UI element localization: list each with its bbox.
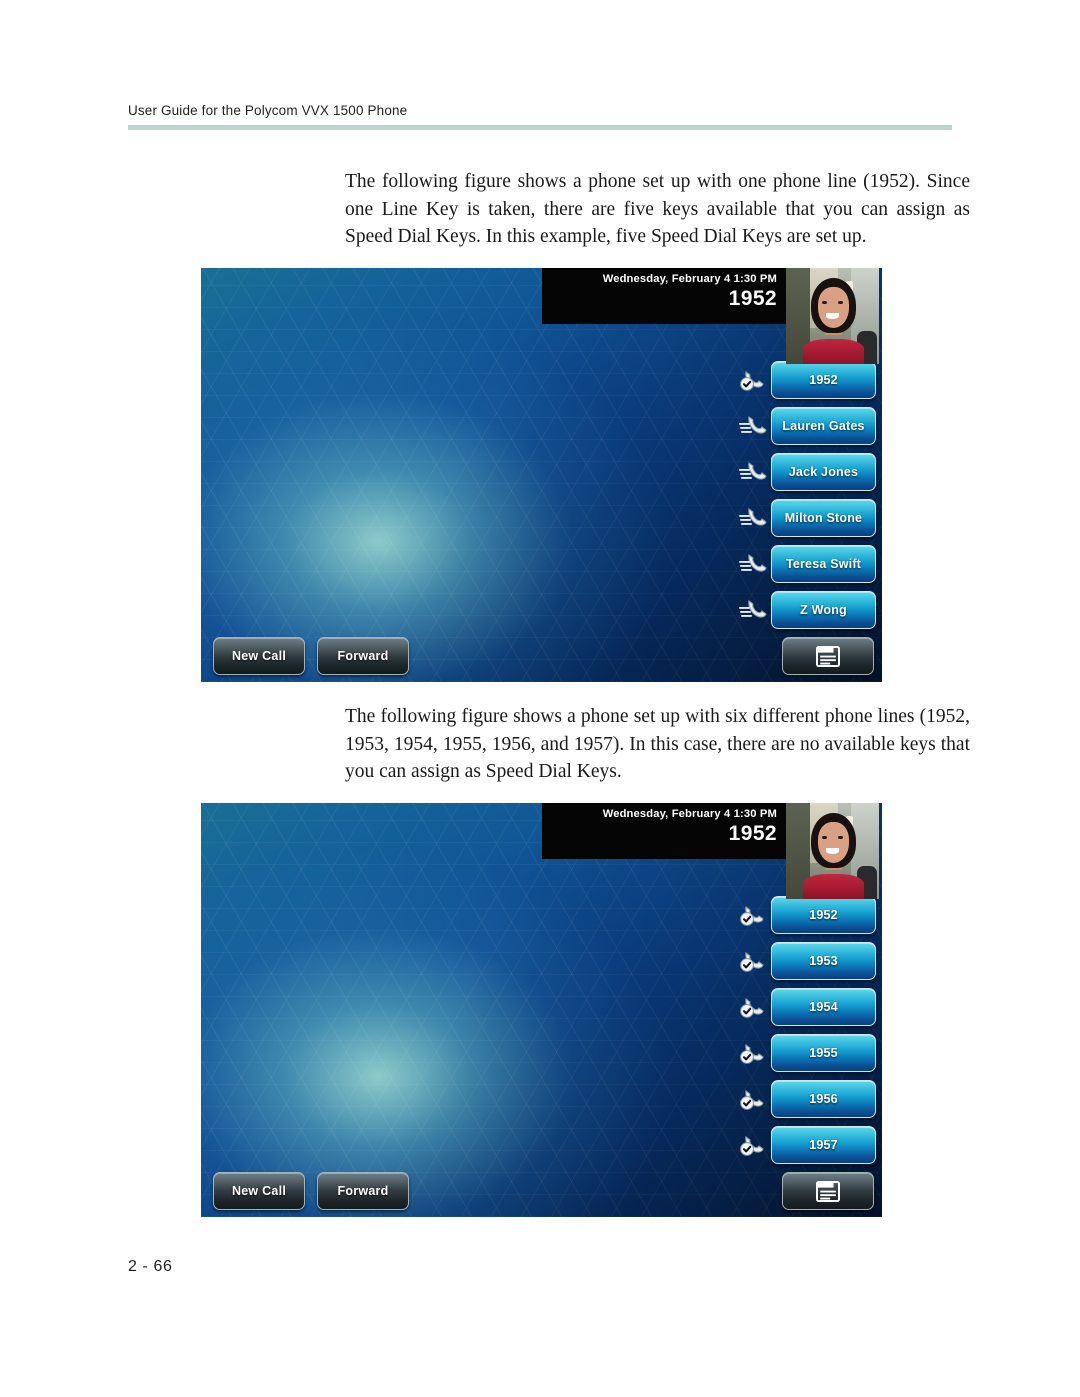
line-key-button[interactable]: 1953 [771, 942, 876, 980]
line-key-button[interactable]: 1957 [771, 1126, 876, 1164]
selfview-smile [825, 848, 839, 854]
selfview-torso [802, 339, 865, 364]
handset-speeddial-icon [737, 455, 771, 489]
soft-key-forward[interactable]: Forward [317, 1172, 409, 1210]
header-rule [128, 125, 952, 130]
video-self-view[interactable] [786, 268, 879, 364]
handset-registered-icon [737, 898, 771, 932]
selfview-face [817, 287, 850, 328]
selfview-eye-left [822, 300, 827, 304]
selfview-smile [825, 313, 839, 319]
line-key-column: 1952 Lauren Gates Jack Jones Milton Ston… [736, 357, 880, 633]
handset-speeddial-icon [737, 409, 771, 443]
soft-key-bar: New Call Forward [213, 1172, 874, 1210]
handset-registered-icon [737, 1082, 771, 1116]
line-key-row[interactable]: 1955 [736, 1030, 880, 1076]
line-key-button[interactable]: Lauren Gates [771, 407, 876, 445]
applications-menu-icon [816, 1180, 840, 1202]
document-header: User Guide for the Polycom VVX 1500 Phon… [128, 103, 952, 130]
line-key-row[interactable]: 1954 [736, 984, 880, 1030]
line-key-row[interactable]: 1957 [736, 1122, 880, 1168]
paragraph-six-lines-description: The following figure shows a phone set u… [345, 706, 970, 782]
line-key-row[interactable]: Z Wong [736, 587, 880, 633]
status-datetime: Wednesday, February 4 1:30 PM [602, 808, 777, 820]
handset-speeddial-icon [737, 593, 771, 627]
applications-menu-icon [816, 645, 840, 667]
line-key-column: 1952 1953 1954 1955 1956 1957 [736, 892, 880, 1168]
line-key-button[interactable]: 1952 [771, 361, 876, 399]
soft-key-new-call[interactable]: New Call [213, 1172, 305, 1210]
soft-key-bar: New Call Forward [213, 637, 874, 675]
header-title: User Guide for the Polycom VVX 1500 Phon… [128, 103, 408, 118]
soft-key-new-call[interactable]: New Call [213, 637, 305, 675]
line-key-row[interactable]: 1956 [736, 1076, 880, 1122]
line-key-row[interactable]: Lauren Gates [736, 403, 880, 449]
status-line-number: 1952 [728, 822, 777, 845]
line-key-button[interactable]: 1956 [771, 1080, 876, 1118]
page-number: 2 - 66 [128, 1258, 173, 1275]
status-datetime: Wednesday, February 4 1:30 PM [602, 273, 777, 285]
line-key-button[interactable]: Teresa Swift [771, 545, 876, 583]
soft-key-forward[interactable]: Forward [317, 637, 409, 675]
handset-speeddial-icon [737, 547, 771, 581]
selfview-torso [802, 874, 865, 899]
paragraph-one-line-description: The following figure shows a phone set u… [345, 171, 970, 247]
document-page: User Guide for the Polycom VVX 1500 Phon… [0, 0, 1080, 1397]
line-key-row[interactable]: Teresa Swift [736, 541, 880, 587]
line-key-button[interactable]: 1955 [771, 1034, 876, 1072]
handset-registered-icon [737, 363, 771, 397]
video-self-view[interactable] [786, 803, 879, 899]
handset-registered-icon [737, 1128, 771, 1162]
handset-registered-icon [737, 944, 771, 978]
line-key-button[interactable]: Z Wong [771, 591, 876, 629]
status-line-number: 1952 [728, 287, 777, 310]
status-bar: Wednesday, February 4 1:30 PM 1952 [542, 803, 786, 859]
line-key-button[interactable]: Milton Stone [771, 499, 876, 537]
line-key-button[interactable]: Jack Jones [771, 453, 876, 491]
soft-key-applications-menu[interactable] [782, 637, 874, 675]
soft-key-applications-menu[interactable] [782, 1172, 874, 1210]
handset-speeddial-icon [737, 501, 771, 535]
line-key-row[interactable]: 1953 [736, 938, 880, 984]
selfview-eye-right [838, 835, 843, 839]
handset-registered-icon [737, 1036, 771, 1070]
figure-phone-screen-one-line: Wednesday, February 4 1:30 PM 1952 1952 … [201, 268, 882, 682]
figure-phone-screen-six-lines: Wednesday, February 4 1:30 PM 1952 1952 … [201, 803, 882, 1217]
line-key-row[interactable]: Jack Jones [736, 449, 880, 495]
selfview-eye-left [822, 835, 827, 839]
line-key-row[interactable]: Milton Stone [736, 495, 880, 541]
status-bar: Wednesday, February 4 1:30 PM 1952 [542, 268, 786, 324]
line-key-button[interactable]: 1952 [771, 896, 876, 934]
handset-registered-icon [737, 990, 771, 1024]
selfview-face [817, 822, 850, 863]
line-key-button[interactable]: 1954 [771, 988, 876, 1026]
selfview-eye-right [838, 300, 843, 304]
